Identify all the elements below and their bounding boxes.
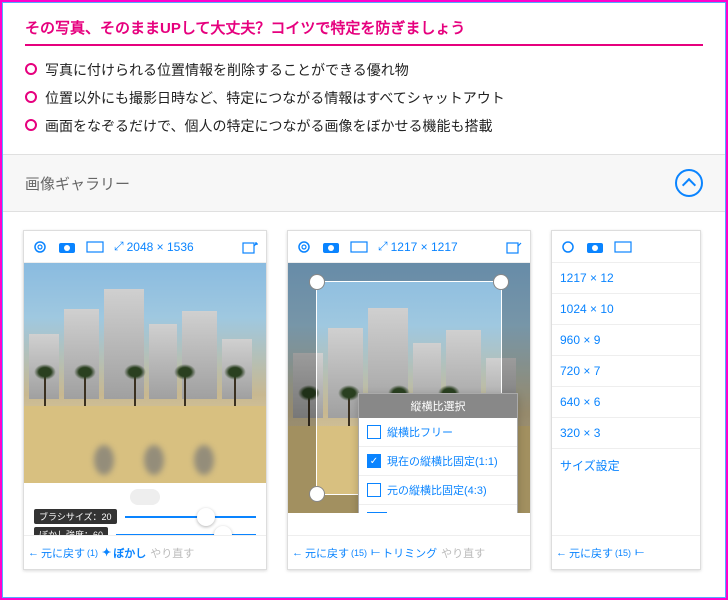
crop-handle-icon[interactable]: [309, 274, 325, 290]
aspect-option-current[interactable]: ✓現在の縦横比固定(1:1): [359, 447, 517, 476]
screenshot-crop: ⤢ 1217 × 1217 縦横比選択 縦横比フリー ✓現在の縦横比固定(1:1…: [287, 230, 531, 570]
mode-blur-button[interactable]: ✦ ぼかし: [102, 545, 146, 561]
dimensions-label: ⤢ 1217 × 1217: [378, 239, 458, 254]
aspect-option-original[interactable]: 元の縦横比固定(4:3): [359, 476, 517, 505]
dimensions-label: ⤢ 2048 × 1536: [114, 239, 194, 254]
crop-handle-icon[interactable]: [493, 274, 509, 290]
photo-canvas[interactable]: 縦横比選択 縦横比フリー ✓現在の縦横比固定(1:1) 元の縦横比固定(4:3)…: [288, 263, 530, 513]
feature-summary: その写真、そのままUPして大丈夫？コイツで特定を防ぎましょう 写真に付けられる位…: [3, 3, 725, 155]
size-option[interactable]: 720 × 7: [552, 356, 700, 387]
aspect-icon[interactable]: [350, 240, 368, 254]
app-toolbar: ⤢ 1217 × 1217: [288, 231, 530, 263]
size-option[interactable]: 960 × 9: [552, 325, 700, 356]
bullet-icon: [25, 63, 37, 75]
bullet-text: 位置以外にも撮影日時など、特定につながる情報はすべてシャットアウト: [45, 88, 505, 108]
popup-title: 縦横比選択: [359, 394, 517, 418]
redo-button: やり直す: [150, 545, 194, 561]
bullet-icon: [25, 119, 37, 131]
redo-button: やり直す: [441, 545, 485, 561]
camera-icon[interactable]: [586, 240, 604, 254]
feature-bullet: 位置以外にも撮影日時など、特定につながる情報はすべてシャットアウト: [25, 88, 703, 108]
outer-frame: その写真、そのままUPして大丈夫？コイツで特定を防ぎましょう 写真に付けられる位…: [0, 0, 728, 600]
photo-canvas[interactable]: [24, 263, 266, 483]
screenshot-blur: ⤢ 2048 × 1536 ブラシサイズ：20 ぼかし強度：60 ← 元に戻す(…: [23, 230, 267, 570]
app-toolbar: ⤢ 2048 × 1536: [24, 231, 266, 263]
undo-button[interactable]: ← 元に戻す(1): [28, 545, 98, 561]
camera-icon[interactable]: [58, 240, 76, 254]
undo-button[interactable]: ← 元に戻す(15): [556, 545, 631, 561]
undo-button[interactable]: ← 元に戻す(15): [292, 545, 367, 561]
export-icon[interactable]: [506, 240, 522, 254]
size-preset-list: 1217 × 12 1024 × 10 960 × 9 720 × 7 640 …: [552, 263, 700, 449]
size-option[interactable]: 1217 × 12: [552, 263, 700, 294]
app-bottom-bar: ← 元に戻す(1) ✦ ぼかし やり直す: [24, 535, 266, 569]
checkbox-checked-icon: ✓: [367, 454, 381, 468]
gear-icon[interactable]: [296, 239, 312, 255]
gallery-title: 画像ギャラリー: [25, 173, 130, 194]
size-option[interactable]: 640 × 6: [552, 387, 700, 418]
bullet-icon: [25, 91, 37, 103]
page-container: その写真、そのままUPして大丈夫？コイツで特定を防ぎましょう 写真に付けられる位…: [2, 2, 726, 598]
chevron-up-icon: [682, 178, 696, 192]
brush-size-slider[interactable]: ブラシサイズ：20: [34, 509, 256, 524]
gear-icon[interactable]: [560, 239, 576, 255]
aspect-icon[interactable]: [614, 240, 632, 254]
collapse-toggle[interactable]: [675, 169, 703, 197]
drag-handle-icon[interactable]: [130, 489, 160, 505]
app-bottom-bar: ← 元に戻す(15) ⟝ トリミング やり直す: [288, 535, 530, 569]
feature-bullet: 画面をなぞるだけで、個人の特定につながる画像をぼかせる機能も搭載: [25, 116, 703, 136]
aspect-option-numeric[interactable]: n:n数値指定 ...: [359, 505, 517, 513]
app-toolbar: [552, 231, 700, 263]
mode-crop-button[interactable]: ⟝: [635, 546, 644, 559]
export-icon[interactable]: [242, 240, 258, 254]
gallery-body: ⤢ 2048 × 1536 ブラシサイズ：20 ぼかし強度：60 ← 元に戻す(…: [3, 212, 725, 582]
gallery-header[interactable]: 画像ギャラリー: [3, 155, 725, 212]
mode-crop-button[interactable]: ⟝ トリミング: [371, 545, 437, 561]
aspect-icon[interactable]: [86, 240, 104, 254]
size-option[interactable]: 1024 × 10: [552, 294, 700, 325]
app-bottom-bar: ← 元に戻す(15) ⟝: [552, 535, 700, 569]
gear-icon[interactable]: [32, 239, 48, 255]
aspect-option-free[interactable]: 縦横比フリー: [359, 418, 517, 447]
numeric-icon: n:n: [367, 512, 387, 513]
checkbox-icon: [367, 483, 381, 497]
size-option[interactable]: 320 × 3: [552, 418, 700, 449]
section-title: その写真、そのままUPして大丈夫？コイツで特定を防ぎましょう: [25, 17, 703, 46]
crop-handle-icon[interactable]: [309, 486, 325, 502]
bullet-text: 写真に付けられる位置情報を削除することができる優れ物: [45, 60, 409, 80]
checkbox-icon: [367, 425, 381, 439]
size-settings-button[interactable]: サイズ設定: [552, 449, 700, 482]
camera-icon[interactable]: [322, 240, 340, 254]
brush-size-label: ブラシサイズ：20: [34, 509, 117, 524]
bullet-text: 画面をなぞるだけで、個人の特定につながる画像をぼかせる機能も搭載: [45, 116, 492, 136]
aspect-ratio-popup: 縦横比選択 縦横比フリー ✓現在の縦横比固定(1:1) 元の縦横比固定(4:3)…: [358, 393, 518, 513]
feature-bullet: 写真に付けられる位置情報を削除することができる優れ物: [25, 60, 703, 80]
screenshot-sizes: 1217 × 12 1024 × 10 960 × 9 720 × 7 640 …: [551, 230, 701, 570]
